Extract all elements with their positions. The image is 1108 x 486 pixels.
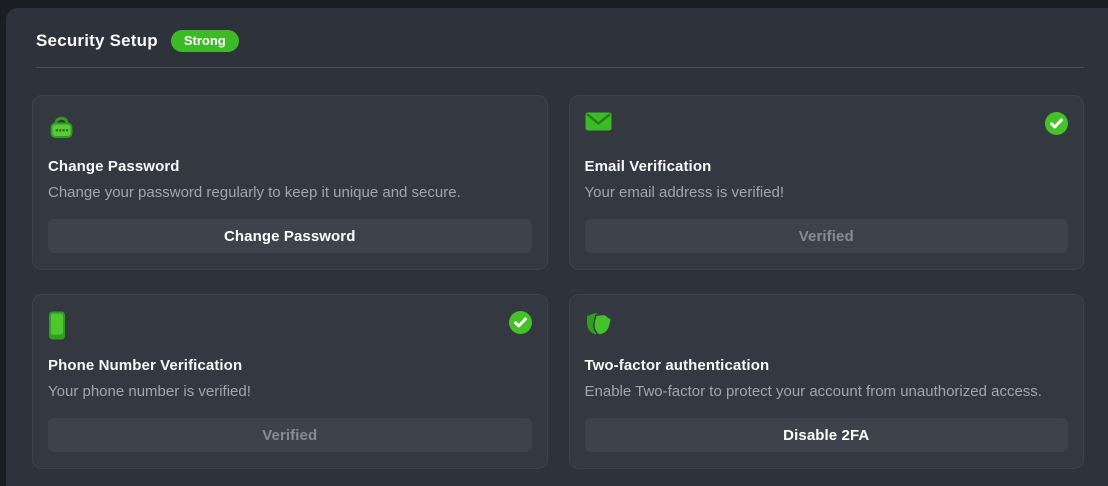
security-setup-panel: Security Setup Strong Change Passwor: [6, 8, 1108, 486]
card-phone-verification: Phone Number Verification Your phone num…: [32, 294, 548, 469]
phone-icon: [48, 311, 66, 340]
card-two-factor: Two-factor authentication Enable Two-fac…: [569, 294, 1085, 469]
phone-verified-button: Verified: [48, 418, 532, 452]
change-password-button[interactable]: Change Password: [48, 219, 532, 253]
card-email-verification: Email Verification Your email address is…: [569, 95, 1085, 270]
card-title: Change Password: [48, 158, 532, 175]
security-strength-badge: Strong: [171, 30, 239, 52]
card-title: Phone Number Verification: [48, 357, 532, 374]
card-description: Your email address is verified!: [585, 184, 1069, 201]
verified-check-icon: [1045, 112, 1068, 140]
header-divider: [36, 67, 1084, 68]
card-description: Change your password regularly to keep i…: [48, 184, 532, 201]
disable-2fa-button[interactable]: Disable 2FA: [585, 418, 1069, 452]
security-cards-grid: Change Password Change your password reg…: [32, 95, 1084, 469]
card-description: Your phone number is verified!: [48, 383, 532, 400]
page-title: Security Setup: [36, 31, 158, 51]
card-description: Enable Two-factor to protect your accoun…: [585, 383, 1069, 400]
panel-header: Security Setup Strong: [32, 30, 1084, 52]
verified-check-icon: [509, 311, 532, 339]
card-change-password: Change Password Change your password reg…: [32, 95, 548, 270]
card-title: Email Verification: [585, 158, 1069, 175]
envelope-icon: [585, 112, 612, 131]
lock-icon: [48, 112, 75, 139]
email-verified-button: Verified: [585, 219, 1069, 253]
card-title: Two-factor authentication: [585, 357, 1069, 374]
shield-icon: [585, 311, 616, 339]
